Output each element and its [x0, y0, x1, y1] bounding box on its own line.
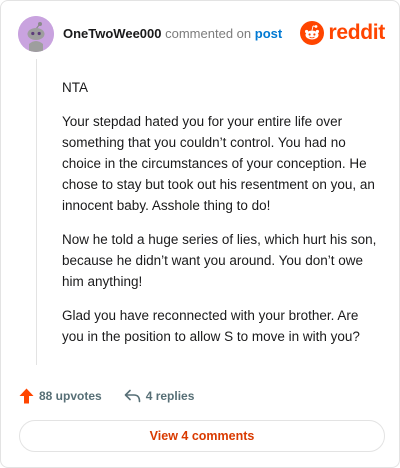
comment-paragraph: Glad you have reconnected with your brot… — [62, 308, 360, 344]
comment-paragraph: Your stepdad hated you for your entire l… — [62, 114, 375, 213]
snoo-avatar-icon — [18, 16, 54, 52]
replies-button[interactable]: 4 replies — [124, 389, 195, 403]
reply-count: 4 replies — [145, 389, 195, 403]
upvote-button[interactable]: 88 upvotes — [19, 388, 102, 404]
comment-byline: OneTwoWee000 commented on post — [63, 26, 282, 42]
reddit-logo-icon — [300, 21, 325, 45]
upvote-count: 88 upvotes — [39, 389, 102, 403]
thread-line[interactable] — [36, 59, 37, 365]
comment-footer: 88 upvotes 4 replies — [19, 387, 194, 405]
action-text: commented on — [165, 26, 252, 41]
comment-card: OneTwoWee000 commented on post reddit NT… — [0, 0, 400, 468]
avatar[interactable] — [18, 16, 54, 52]
reply-arrow-icon — [124, 389, 141, 403]
brand-name: reddit — [328, 21, 385, 44]
username-link[interactable]: OneTwoWee000 — [63, 26, 162, 41]
view-comments-button[interactable]: View 4 comments — [19, 420, 385, 452]
comment-header: OneTwoWee000 commented on post — [18, 16, 282, 52]
upvote-arrow-icon — [19, 388, 34, 404]
comment-paragraph: NTA — [62, 80, 88, 95]
comment-paragraph: Now he told a huge series of lies, which… — [62, 232, 377, 289]
reddit-brand[interactable]: reddit — [300, 21, 385, 45]
comment-body: NTA Your stepdad hated you for your enti… — [62, 77, 382, 360]
post-link[interactable]: post — [255, 26, 282, 41]
